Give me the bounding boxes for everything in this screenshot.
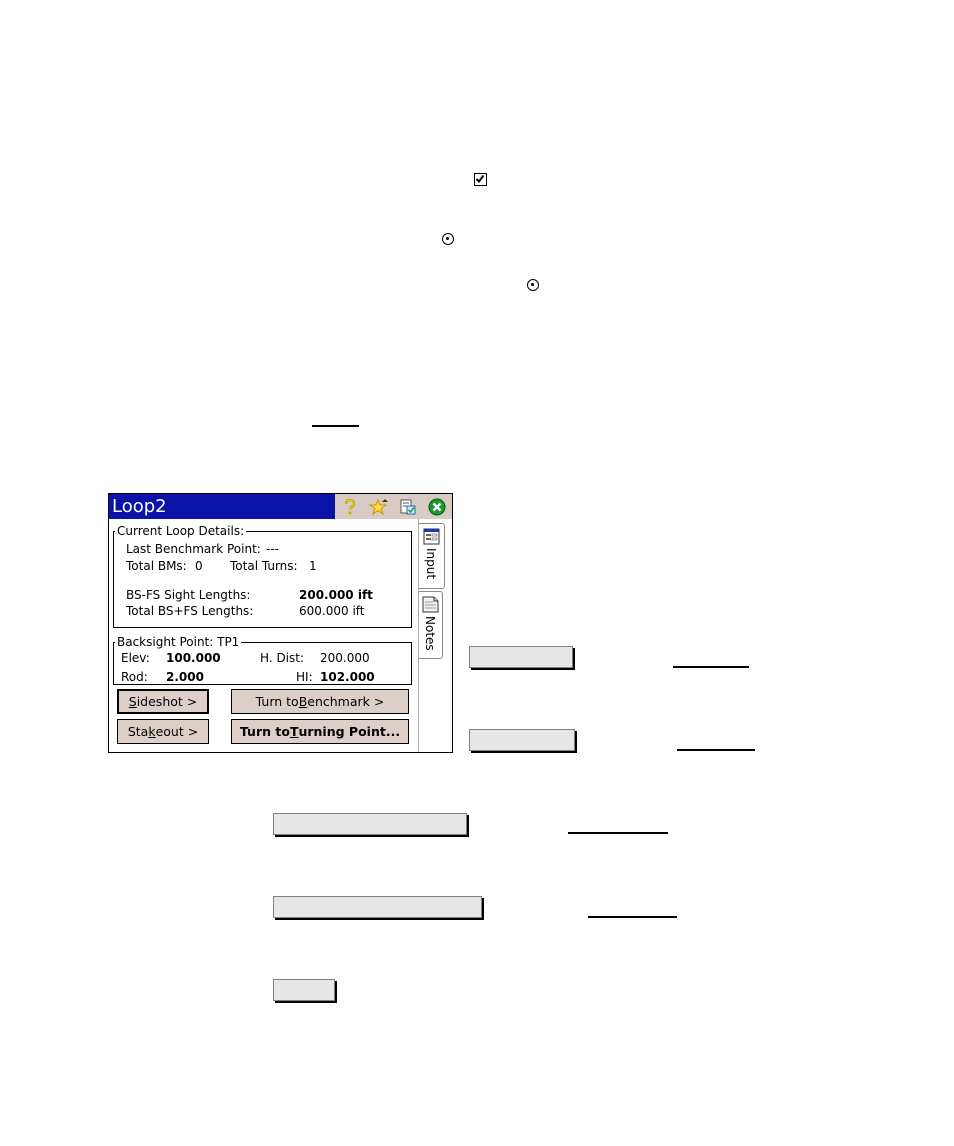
total-bs-fs-value: 600.000 ift [299, 604, 365, 618]
sideshot-button[interactable]: Sideshot > [117, 689, 209, 714]
help-icon[interactable] [340, 497, 360, 517]
turn-to-benchmark-button[interactable]: Turn to Benchmark > [231, 689, 409, 714]
hi-label: HI: [296, 670, 313, 684]
input-form-icon [423, 528, 440, 548]
loop-content: Current Loop Details: Last Benchmark Poi… [109, 519, 452, 752]
turn-bm-label-post: enchmark > [307, 694, 385, 709]
notes-icon [422, 596, 439, 616]
input-blank-line [673, 666, 749, 668]
total-turns-value: 1 [309, 559, 317, 573]
close-icon[interactable] [427, 497, 447, 517]
tab-notes[interactable]: Notes [419, 591, 443, 659]
turn-bm-accel: B [298, 694, 308, 709]
doc-button-placeholder [469, 646, 573, 668]
tab-strip: Input Notes [418, 519, 453, 752]
elev-value: 100.000 [166, 651, 221, 665]
hi-value: 102.000 [320, 670, 375, 684]
turn-tp-accel: T [289, 724, 299, 739]
last-benchmark-value: --- [266, 542, 279, 556]
total-bms-value: 0 [195, 559, 203, 573]
last-benchmark-label: Last Benchmark Point: [126, 542, 261, 556]
backsight-legend: Backsight Point: TP1 [115, 635, 242, 649]
favorites-star-icon[interactable] [368, 497, 389, 517]
doc-button-placeholder [273, 896, 482, 918]
tab-notes-label: Notes [423, 616, 437, 651]
rod-value: 2.000 [166, 670, 204, 684]
turn-bm-label-pre: Turn to [255, 694, 299, 709]
stakeout-label-pre: Sta [127, 724, 149, 739]
task-list-icon[interactable] [398, 497, 418, 517]
sideshot-accel: S [128, 694, 137, 709]
input-blank-line [677, 749, 755, 751]
sideshot-label-post: ideshot > [136, 694, 198, 709]
stakeout-label-post: eout > [155, 724, 199, 739]
window-title: Loop2 [112, 496, 167, 517]
stakeout-button[interactable]: Sta k eout > [117, 719, 209, 744]
input-blank-line [312, 425, 359, 427]
bs-fs-sight-value: 200.000 ift [299, 588, 373, 602]
input-blank-line [588, 916, 677, 918]
doc-button-placeholder [273, 979, 335, 1001]
total-bms-label: Total BMs: [126, 559, 187, 573]
selected-radio-icon [527, 279, 539, 291]
stakeout-accel: k [148, 724, 156, 739]
input-blank-line [568, 832, 668, 834]
doc-button-placeholder [469, 729, 575, 751]
title-toolbar [335, 494, 452, 519]
turn-tp-label-pre: Turn to [239, 724, 290, 739]
tab-input[interactable]: Input [419, 523, 445, 589]
total-turns-label: Total Turns: [230, 559, 298, 573]
turn-to-turning-point-button[interactable]: Turn to Turning Point... [231, 719, 409, 744]
rod-label: Rod: [121, 670, 148, 684]
tab-input-label: Input [424, 548, 438, 580]
hdist-label: H. Dist: [260, 651, 305, 665]
current-loop-legend: Current Loop Details: [115, 524, 247, 538]
turn-tp-label-post: urning Point... [298, 724, 401, 739]
loop-window: Loop2 Current Loop Details: Last Benchma… [108, 493, 453, 753]
checked-checkbox-icon [474, 173, 487, 186]
total-bs-fs-label: Total BS+FS Lengths: [126, 604, 254, 618]
elev-label: Elev: [121, 651, 150, 665]
doc-button-placeholder [273, 813, 467, 835]
title-bar: Loop2 [109, 494, 452, 519]
selected-radio-icon [442, 233, 454, 245]
hdist-value: 200.000 [320, 651, 370, 665]
bs-fs-sight-label: BS-FS Sight Lengths: [126, 588, 251, 602]
